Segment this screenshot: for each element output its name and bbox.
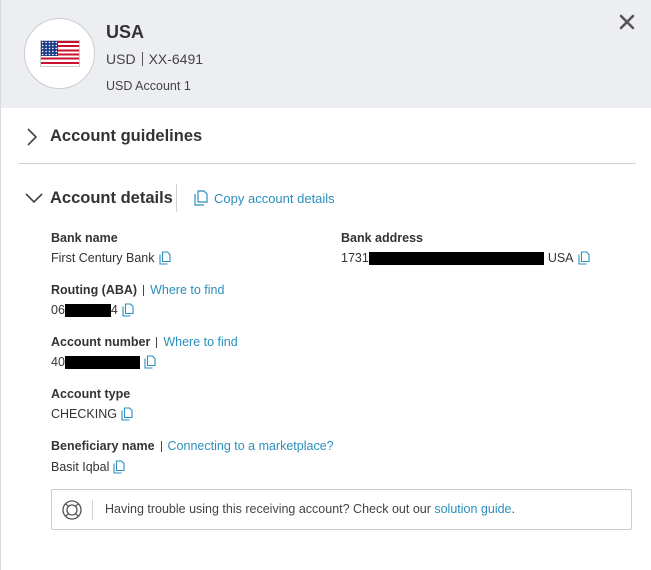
divider [92, 500, 93, 520]
account-header: USA USD XX-6491 USD Account 1 [1, 0, 651, 108]
copy-account-details-label: Copy account details [214, 190, 335, 206]
bank-address-value: 1731 USA [341, 251, 590, 265]
copy-icon [194, 190, 208, 206]
routing-label: Routing (ABA) Where to find [51, 283, 225, 297]
bank-name-label: Bank name [51, 231, 118, 245]
chevron-down-icon[interactable] [24, 192, 44, 204]
account-guidelines-toggle[interactable]: Account guidelines [18, 118, 636, 164]
routing-where-to-find-link[interactable]: Where to find [150, 283, 224, 297]
copy-account-details-button[interactable]: Copy account details [194, 190, 335, 206]
marketplace-link[interactable]: Connecting to a marketplace? [168, 439, 334, 453]
account-number-label: Account number Where to find [51, 335, 238, 349]
account-type-value: CHECKING [51, 407, 133, 421]
redacted-block [368, 251, 544, 265]
account-details-header: Account details Copy account details [18, 180, 636, 216]
account-panel: USA USD XX-6491 USD Account 1 Account gu… [0, 0, 651, 570]
flag-avatar [24, 18, 95, 89]
separator [141, 52, 143, 66]
redacted-block [64, 303, 111, 317]
account-number-masked: XX-6491 [148, 51, 204, 67]
account-name: USD Account 1 [106, 79, 191, 93]
copy-beneficiary-name-icon[interactable] [113, 460, 125, 474]
close-button[interactable] [615, 10, 639, 34]
copy-routing-icon[interactable] [122, 303, 134, 317]
account-number-value: 40 [51, 355, 156, 369]
solution-guide-link[interactable]: solution guide [434, 502, 511, 516]
chevron-right-icon [27, 128, 38, 146]
help-banner: Having trouble using this receiving acco… [51, 489, 632, 530]
copy-account-type-icon[interactable] [121, 407, 133, 421]
currency-code: USD [106, 51, 136, 67]
account-number-where-to-find-link[interactable]: Where to find [163, 335, 237, 349]
divider [176, 184, 177, 212]
redacted-block [64, 355, 140, 369]
lifebuoy-icon [62, 500, 82, 520]
country-name: USA [106, 22, 145, 42]
beneficiary-name-value: Basit Iqbal [51, 460, 125, 474]
copy-bank-address-icon[interactable] [577, 251, 590, 265]
us-flag-icon [39, 40, 80, 67]
account-details-title[interactable]: Account details [50, 189, 173, 208]
routing-value: 06 4 [51, 303, 134, 317]
copy-bank-name-icon[interactable] [158, 251, 171, 265]
account-guidelines-title: Account guidelines [50, 127, 203, 145]
beneficiary-name-label: Beneficiary name Connecting to a marketp… [51, 439, 334, 453]
bank-address-label: Bank address [341, 231, 423, 245]
copy-account-number-icon[interactable] [144, 355, 156, 369]
bank-name-value: First Century Bank [51, 251, 171, 265]
currency-account-line: USD XX-6491 [106, 51, 203, 67]
account-type-label: Account type [51, 387, 131, 401]
help-text: Having trouble using this receiving acco… [105, 502, 515, 516]
close-icon [619, 14, 635, 30]
